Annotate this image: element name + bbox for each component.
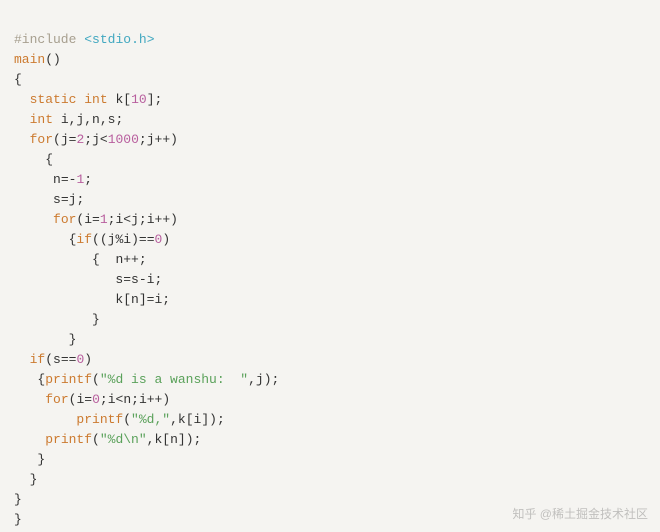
- preproc-include: #include: [14, 32, 76, 47]
- main-fn: main: [14, 52, 45, 67]
- code-block: #include <stdio.h> main() { static int k…: [0, 0, 660, 532]
- angle-gt: >: [147, 32, 155, 47]
- brace-open: {: [14, 72, 22, 87]
- static-kw: static: [30, 92, 77, 107]
- for-kw: for: [30, 132, 53, 147]
- if-kw: if: [76, 232, 92, 247]
- printf-fn: printf: [45, 372, 92, 387]
- header-name: stdio: [92, 32, 131, 47]
- int-kw: int: [84, 92, 107, 107]
- brace-close: }: [14, 492, 22, 507]
- angle-lt: <: [84, 32, 92, 47]
- var-decl: i,j,n,s: [61, 112, 116, 127]
- string-literal: "%d is a wanshu: ": [100, 372, 248, 387]
